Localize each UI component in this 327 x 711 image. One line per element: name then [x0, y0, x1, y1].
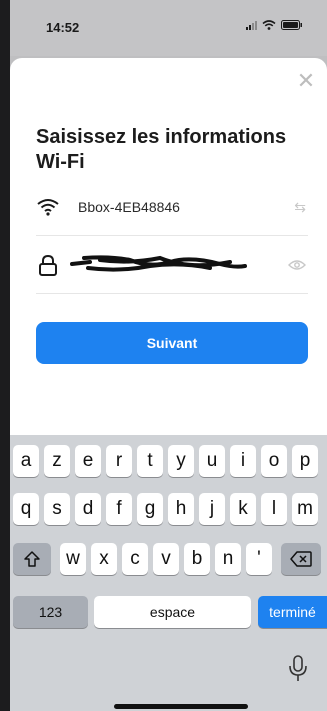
- key-c[interactable]: c: [122, 543, 148, 575]
- battery-icon: [281, 20, 302, 30]
- key-r[interactable]: r: [106, 445, 132, 477]
- key-u[interactable]: u: [199, 445, 225, 477]
- key-v[interactable]: v: [153, 543, 179, 575]
- key-o[interactable]: o: [261, 445, 287, 477]
- key-d[interactable]: d: [75, 493, 101, 525]
- cellular-signal-icon: [246, 20, 257, 30]
- key-x[interactable]: x: [91, 543, 117, 575]
- next-button[interactable]: Suivant: [36, 322, 308, 364]
- wifi-form-sheet: ✕ Saisissez les informations Wi-Fi Bbox-…: [10, 58, 327, 438]
- key-s[interactable]: s: [44, 493, 70, 525]
- key-y[interactable]: y: [168, 445, 194, 477]
- ssid-value: Bbox-4EB48846: [78, 199, 180, 215]
- key-b[interactable]: b: [184, 543, 210, 575]
- key-h[interactable]: h: [168, 493, 194, 525]
- numbers-key[interactable]: 123: [13, 596, 88, 628]
- status-time: 14:52: [46, 20, 80, 35]
- key-f[interactable]: f: [106, 493, 132, 525]
- key-l[interactable]: l: [261, 493, 287, 525]
- key-z[interactable]: z: [44, 445, 70, 477]
- status-bar: 14:52: [10, 0, 327, 56]
- swap-icon[interactable]: ⇆: [294, 199, 306, 216]
- key-m[interactable]: m: [292, 493, 318, 525]
- status-icons: [246, 20, 303, 30]
- key-n[interactable]: n: [215, 543, 241, 575]
- close-icon[interactable]: ✕: [295, 70, 317, 92]
- delete-key[interactable]: [281, 543, 321, 575]
- backspace-icon: [290, 551, 312, 567]
- done-key[interactable]: terminé: [258, 596, 327, 628]
- key-i[interactable]: i: [230, 445, 256, 477]
- shift-key[interactable]: [13, 543, 51, 575]
- phone-screen: 14:52 ✕ Saisissez les informations Wi-Fi: [10, 0, 327, 711]
- key-g[interactable]: g: [137, 493, 163, 525]
- key-e[interactable]: e: [75, 445, 101, 477]
- key-a[interactable]: a: [13, 445, 39, 477]
- microphone-icon[interactable]: [288, 654, 308, 684]
- key-q[interactable]: q: [13, 493, 39, 525]
- space-key[interactable]: espace: [94, 596, 251, 628]
- page-title: Saisissez les informations Wi-Fi: [36, 126, 287, 173]
- home-indicator: [114, 704, 248, 709]
- key-t[interactable]: t: [137, 445, 163, 477]
- keyboard: a z e r t y u i o p q s d f g h j k l m …: [10, 435, 327, 711]
- key-p[interactable]: p: [292, 445, 318, 477]
- key-j[interactable]: j: [199, 493, 225, 525]
- eye-icon[interactable]: [288, 259, 306, 271]
- wifi-status-icon: [262, 20, 276, 30]
- wifi-icon: [37, 199, 59, 216]
- lock-icon: [39, 254, 57, 276]
- key-w[interactable]: w: [60, 543, 86, 575]
- key-k[interactable]: k: [230, 493, 256, 525]
- redacted-password-scribble: [70, 255, 247, 272]
- shift-icon: [24, 551, 40, 567]
- key-apostrophe[interactable]: ': [246, 543, 272, 575]
- password-field[interactable]: [36, 236, 308, 294]
- ssid-field[interactable]: Bbox-4EB48846 ⇆: [36, 178, 308, 236]
